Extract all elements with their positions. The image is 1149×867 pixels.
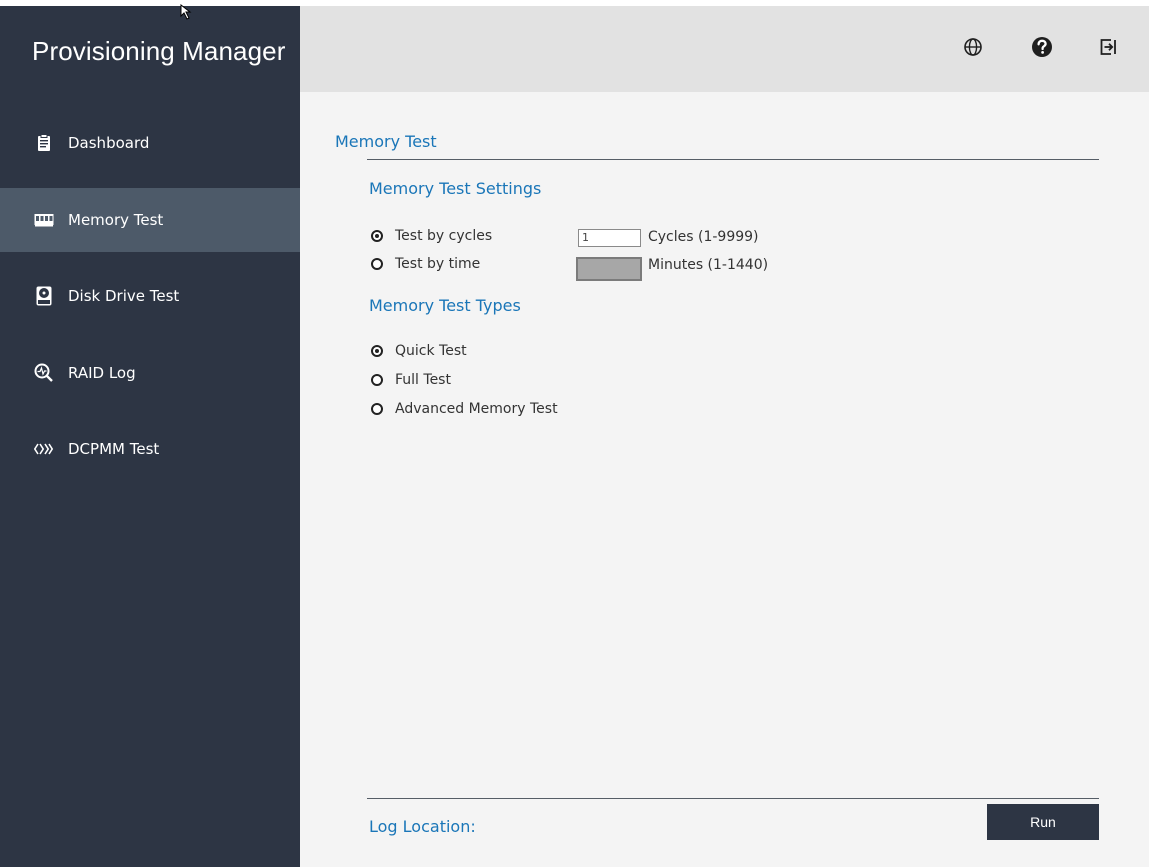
radio-button[interactable] [371,374,383,386]
ram-icon [34,210,54,230]
sidebar-item-dashboard[interactable]: Dashboard [0,111,300,175]
radio-label: Test by time [395,256,481,272]
disk-drive-icon [34,286,54,306]
top-header-bar [300,6,1149,92]
radio-label: Full Test [395,372,451,388]
clipboard-icon [34,133,54,153]
logout-icon[interactable] [1098,36,1120,58]
page-title: Memory Test [335,132,437,151]
sidebar-item-memory-test[interactable]: Memory Test [0,188,300,252]
minutes-unit-label: Minutes (1-1440) [648,257,769,273]
main-content: Memory Test Memory Test Settings Test by… [300,92,1149,867]
help-icon[interactable] [1031,36,1053,58]
radio-button[interactable] [371,345,383,357]
types-section-title: Memory Test Types [369,296,521,315]
minutes-input[interactable] [576,257,642,281]
radio-test-by-time[interactable]: Test by time [371,254,480,274]
log-location-label: Log Location: [369,817,476,836]
radio-label: Test by cycles [395,228,493,244]
sidebar-item-raid-log[interactable]: RAID Log [0,341,300,405]
run-button[interactable]: Run [987,804,1099,840]
sidebar-item-label: DCPMM Test [68,440,160,458]
sidebar-item-label: Dashboard [68,134,150,152]
raid-log-icon [34,363,54,383]
radio-full-test[interactable]: Full Test [371,370,451,390]
cycles-input[interactable]: 1 [578,229,641,247]
sidebar: Provisioning Manager Dashboard Memory Te… [0,6,300,867]
radio-quick-test[interactable]: Quick Test [371,341,467,361]
settings-section-title: Memory Test Settings [369,179,542,198]
radio-label: Quick Test [395,343,467,359]
sidebar-item-label: Memory Test [68,211,164,229]
sidebar-item-label: RAID Log [68,364,136,382]
footer-divider [367,798,1099,799]
radio-button[interactable] [371,230,383,242]
title-divider [367,159,1099,160]
radio-advanced-memory-test[interactable]: Advanced Memory Test [371,399,558,419]
cycles-unit-label: Cycles (1-9999) [648,229,759,245]
app-window: Provisioning Manager Dashboard Memory Te… [0,0,1149,867]
radio-button[interactable] [371,258,383,270]
app-title: Provisioning Manager [32,36,286,66]
globe-icon[interactable] [962,36,984,58]
sidebar-item-dcpmm-test[interactable]: DCPMM Test [0,417,300,481]
sidebar-item-label: Disk Drive Test [68,287,180,305]
radio-button[interactable] [371,403,383,415]
dcpmm-icon [34,439,54,459]
radio-test-by-cycles[interactable]: Test by cycles [371,226,492,246]
radio-label: Advanced Memory Test [395,401,558,417]
sidebar-item-disk-drive-test[interactable]: Disk Drive Test [0,264,300,328]
mouse-cursor-icon [180,4,192,20]
